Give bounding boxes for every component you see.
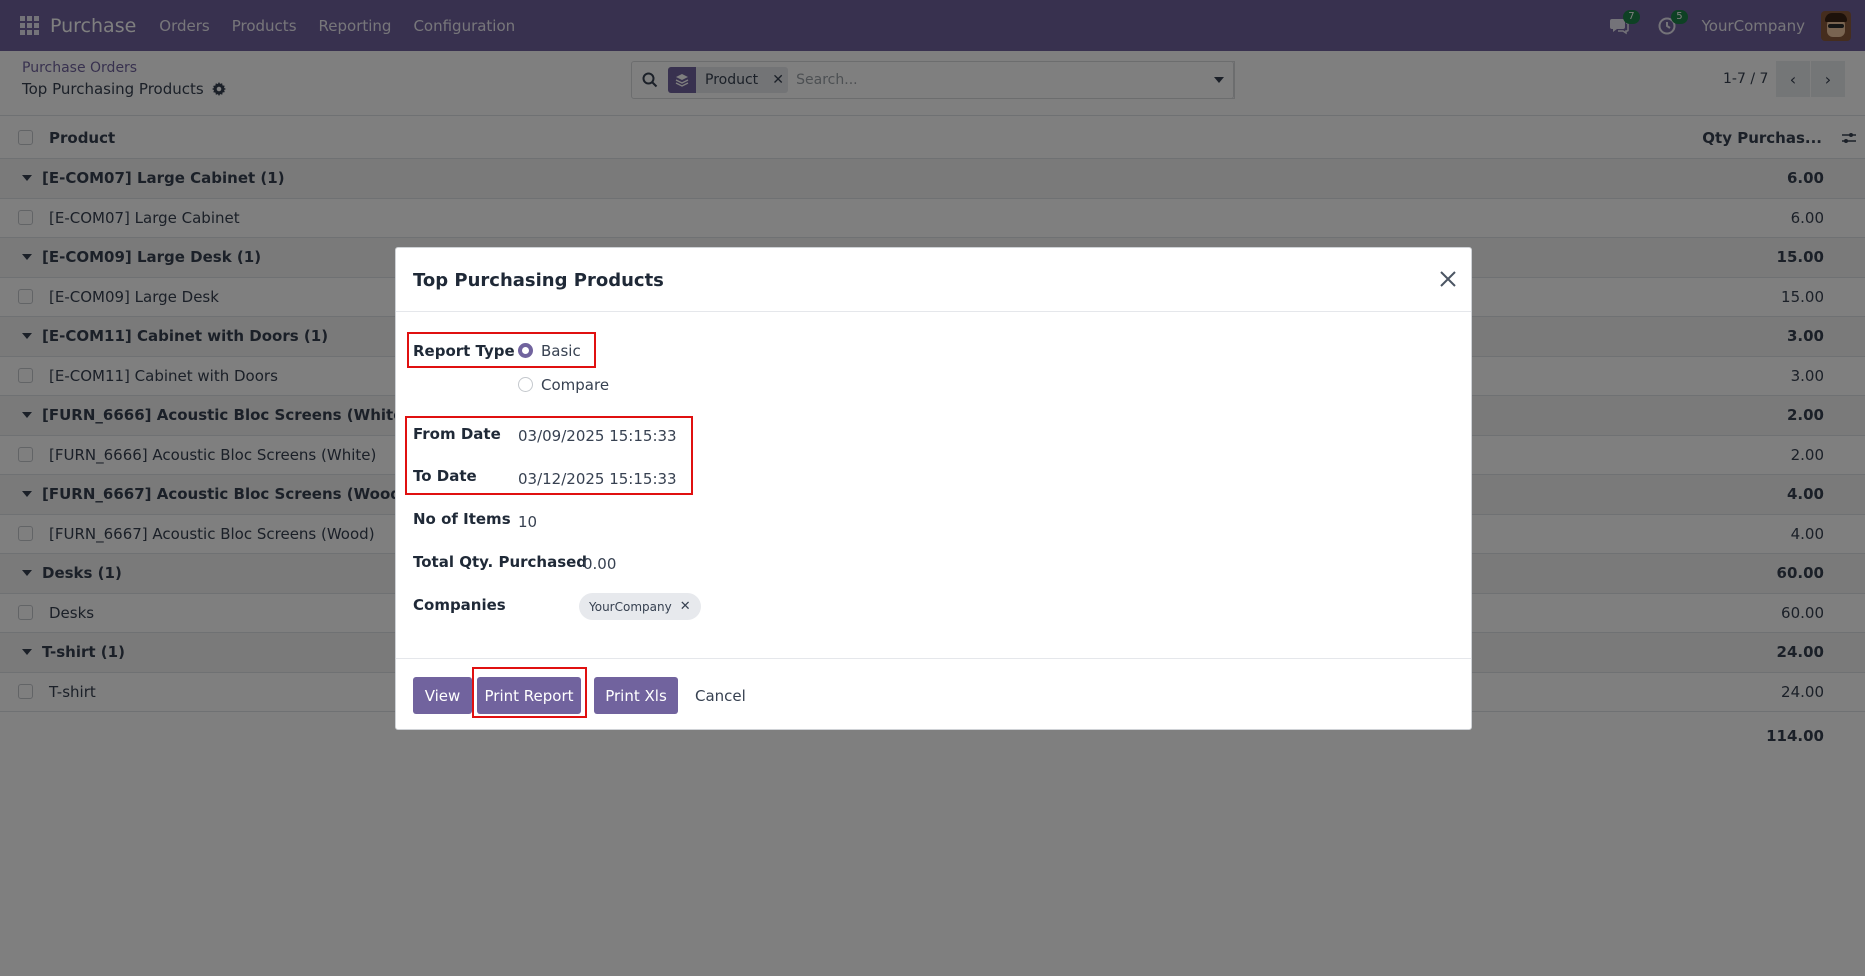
no-items-field[interactable]: 10 bbox=[518, 513, 537, 531]
dialog-header: Top Purchasing Products bbox=[396, 248, 1471, 312]
company-tag-label: YourCompany bbox=[589, 599, 672, 614]
print-xls-button[interactable]: Print Xls bbox=[594, 677, 678, 714]
total-qty-label: Total Qty. Purchased bbox=[413, 553, 588, 571]
radio-compare[interactable] bbox=[518, 377, 533, 392]
cancel-button[interactable]: Cancel bbox=[695, 687, 746, 705]
total-qty-field[interactable]: 0.00 bbox=[583, 555, 616, 573]
highlight-print-report bbox=[472, 667, 587, 718]
tag-remove-icon[interactable]: ✕ bbox=[680, 599, 691, 614]
highlight-report-type bbox=[407, 332, 596, 368]
report-dialog: Top Purchasing Products Report Type Basi… bbox=[395, 247, 1472, 730]
view-button[interactable]: View bbox=[413, 677, 472, 714]
radio-compare-label[interactable]: Compare bbox=[541, 376, 609, 394]
close-icon[interactable] bbox=[1437, 268, 1459, 290]
dialog-footer: View Print Report Print Xls Cancel bbox=[396, 658, 1471, 731]
highlight-date-range bbox=[405, 416, 693, 495]
company-tag: YourCompany ✕ bbox=[579, 593, 701, 620]
no-items-label: No of Items bbox=[413, 510, 511, 528]
companies-label: Companies bbox=[413, 596, 506, 614]
dialog-title: Top Purchasing Products bbox=[413, 270, 664, 291]
